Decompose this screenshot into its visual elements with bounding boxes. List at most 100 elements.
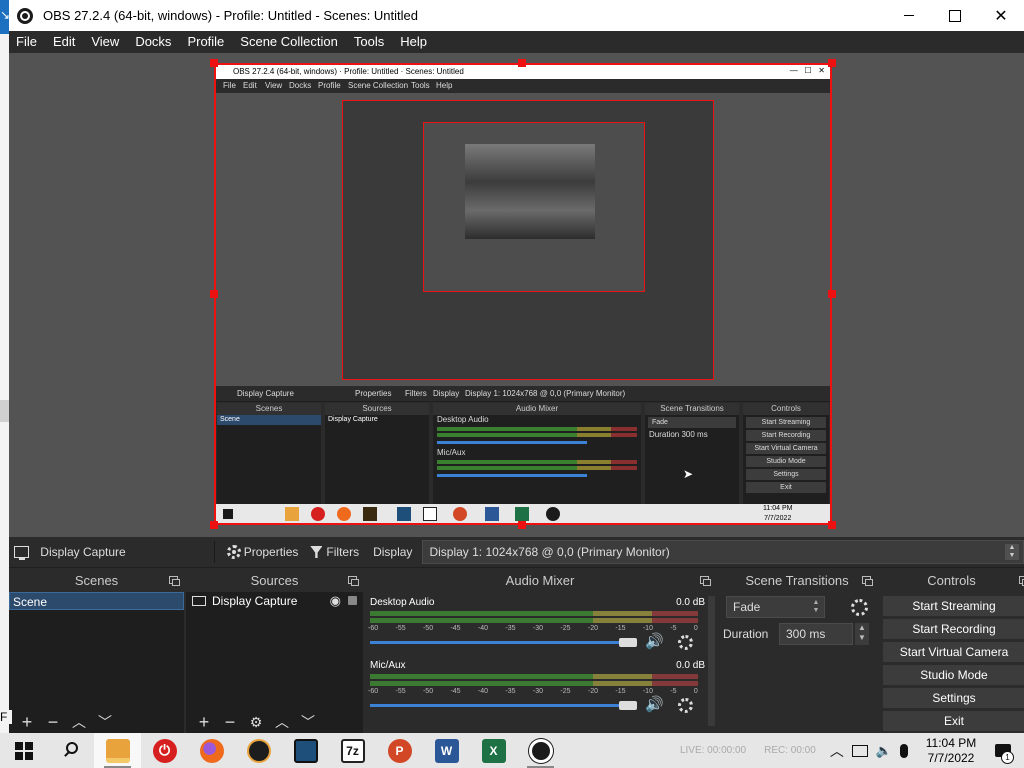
filter-icon xyxy=(310,546,323,558)
move-up-button[interactable]: ︿ xyxy=(269,712,295,732)
nested-word-icon xyxy=(485,507,499,521)
menu-scene-collection[interactable]: Scene Collection xyxy=(232,31,346,53)
meter-tick-label: -15 xyxy=(615,625,626,632)
undock-icon[interactable] xyxy=(1019,576,1024,586)
display-select[interactable]: Display 1: 1024x768 @ 0,0 (Primary Monit… xyxy=(422,540,1024,564)
mixer-scrollbar[interactable] xyxy=(708,596,715,726)
scene-item[interactable]: Scene xyxy=(9,592,184,610)
chevron-up-icon[interactable]: ︿ xyxy=(830,741,844,761)
taskbar-power-app[interactable]: ⏻ xyxy=(141,733,188,768)
menu-tools[interactable]: Tools xyxy=(346,31,392,53)
meter-tick-label: -10 xyxy=(642,688,653,695)
mic-aux-slider-knob[interactable] xyxy=(619,701,637,710)
resize-handle-tr[interactable] xyxy=(828,59,836,67)
lock-icon[interactable] xyxy=(348,596,357,605)
speaker-icon[interactable]: 🔊 xyxy=(645,634,665,650)
properties-button[interactable]: Properties xyxy=(226,545,298,559)
notification-center-button[interactable]: 1 xyxy=(982,733,1024,768)
taskbar-file-explorer[interactable] xyxy=(94,733,141,768)
transition-select[interactable]: Fade ▲ ▼ xyxy=(726,596,825,618)
move-up-button[interactable]: ︿ xyxy=(66,712,92,732)
desktop-audio-scale: -60 -55 -50 -45 -40 -35 -30 -25 -20 -15 -10 -5 0 xyxy=(368,625,698,632)
microphone-icon[interactable] xyxy=(900,743,908,758)
resize-handle-l[interactable] xyxy=(210,290,218,298)
duration-input[interactable]: 300 ms xyxy=(779,623,853,645)
remove-source-button[interactable]: − xyxy=(217,712,243,732)
taskbar-clock[interactable]: 11:04 PM 7/7/2022 xyxy=(920,736,982,766)
desktop-audio-slider-knob[interactable] xyxy=(619,638,637,647)
menu-docks[interactable]: Docks xyxy=(127,31,179,53)
resize-handle-br[interactable] xyxy=(828,521,836,529)
menu-file[interactable]: File xyxy=(9,31,45,53)
undock-icon[interactable] xyxy=(700,576,711,586)
nested-window-title: OBS 27.2.4 (64-bit, windows) · Profile: … xyxy=(233,67,464,76)
duration-stepper[interactable]: ▲ ▼ xyxy=(855,623,869,645)
meter-tick-label: -55 xyxy=(395,625,406,632)
nested-meter-desktop xyxy=(437,427,637,431)
resize-handle-b[interactable] xyxy=(518,521,526,529)
nested-properties: Properties xyxy=(355,389,392,398)
sources-toolbar: + − ⚙ ︿ ﹀ xyxy=(186,711,363,733)
taskbar-7zip[interactable]: 7z xyxy=(329,733,376,768)
undock-icon[interactable] xyxy=(862,576,873,586)
scenes-dock-title: Scenes xyxy=(74,573,119,588)
minimize-button[interactable] xyxy=(886,0,932,31)
search-button[interactable] xyxy=(47,733,94,768)
add-source-button[interactable]: + xyxy=(191,712,217,732)
scene-transitions-dock: Scene Transitions Fade ▲ ▼ Duration 300 m… xyxy=(717,572,877,733)
nested-menu-profile: Profile xyxy=(318,81,341,90)
taskbar-firefox[interactable] xyxy=(188,733,235,768)
meter-tick-label: -60 xyxy=(368,688,379,695)
source-properties-gear-icon[interactable]: ⚙ xyxy=(243,712,269,732)
move-down-button[interactable]: ﹀ xyxy=(295,712,321,732)
volume-icon[interactable]: 🔈 xyxy=(876,743,892,759)
word-icon: W xyxy=(434,738,459,763)
resize-handle-t[interactable] xyxy=(518,59,526,67)
sources-list[interactable]: Display Capture ◉ + − ⚙ ︿ ﹀ xyxy=(186,592,363,733)
gear-icon[interactable] xyxy=(678,698,693,713)
network-icon[interactable] xyxy=(851,744,868,757)
menu-help[interactable]: Help xyxy=(392,31,435,53)
speaker-icon[interactable]: 🔊 xyxy=(645,697,665,713)
taskbar-obs[interactable] xyxy=(517,733,564,768)
7zip-icon: 7z xyxy=(340,738,365,763)
move-down-button[interactable]: ﹀ xyxy=(92,712,118,732)
remove-scene-button[interactable]: − xyxy=(40,712,66,732)
start-button[interactable] xyxy=(0,733,47,768)
menu-view[interactable]: View xyxy=(83,31,127,53)
undock-icon[interactable] xyxy=(169,576,180,586)
source-item[interactable]: Display Capture ◉ xyxy=(186,592,363,610)
nested-settings: Settings xyxy=(746,469,826,480)
nested-transitions-panel: Scene Transitions Fade Duration 300 ms xyxy=(645,403,741,504)
settings-button[interactable]: Settings xyxy=(883,688,1024,708)
filters-button[interactable]: Filters xyxy=(310,545,359,559)
taskbar-powerpoint[interactable]: P xyxy=(376,733,423,768)
close-button[interactable]: ✕ xyxy=(978,0,1024,31)
gear-icon[interactable] xyxy=(678,635,693,650)
start-virtual-camera-button[interactable]: Start Virtual Camera xyxy=(883,642,1024,662)
taskbar-virtualbox[interactable] xyxy=(282,733,329,768)
exit-button[interactable]: Exit xyxy=(883,711,1024,731)
undock-icon[interactable] xyxy=(348,576,359,586)
taskbar-excel[interactable]: X xyxy=(470,733,517,768)
desktop-audio-slider[interactable] xyxy=(370,641,625,644)
resize-handle-bl[interactable] xyxy=(210,521,218,529)
search-icon xyxy=(62,741,80,760)
eye-icon[interactable]: ◉ xyxy=(330,592,341,610)
taskbar-media-app[interactable] xyxy=(235,733,282,768)
studio-mode-button[interactable]: Studio Mode xyxy=(883,665,1024,685)
nested-menu-file: File xyxy=(223,81,236,90)
scenes-list[interactable]: Scene + − ︿ ﹀ xyxy=(9,592,184,733)
mic-aux-slider[interactable] xyxy=(370,704,625,707)
menu-profile[interactable]: Profile xyxy=(179,31,232,53)
add-scene-button[interactable]: + xyxy=(14,712,40,732)
menu-edit[interactable]: Edit xyxy=(45,31,83,53)
resize-handle-r[interactable] xyxy=(828,290,836,298)
taskbar-word[interactable]: W xyxy=(423,733,470,768)
maximize-button[interactable] xyxy=(932,0,978,31)
resize-handle-tl[interactable] xyxy=(210,59,218,67)
start-streaming-button[interactable]: Start Streaming xyxy=(883,596,1024,616)
transition-gear-icon[interactable] xyxy=(851,599,868,616)
nested-scenes-title: Scenes xyxy=(217,403,321,415)
start-recording-button[interactable]: Start Recording xyxy=(883,619,1024,639)
